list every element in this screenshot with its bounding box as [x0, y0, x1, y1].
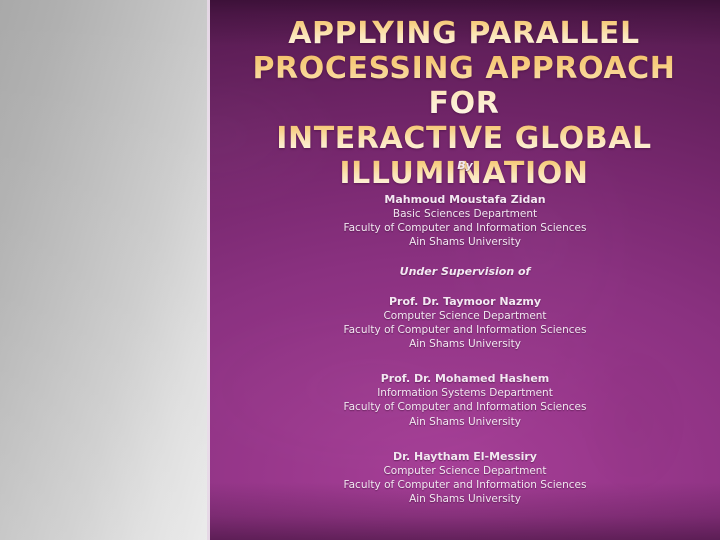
supervisor-university: Ain Shams University — [409, 493, 521, 506]
supervisor-name: Prof. Dr. Mohamed Hashem — [380, 372, 550, 386]
supervisor-university: Ain Shams University — [409, 415, 521, 428]
supervisor-university: Ain Shams University — [409, 338, 521, 351]
title-line-2: Processing Approach for — [224, 51, 704, 121]
left-decorative-panel — [0, 0, 207, 540]
supervisor-block: Dr. Haytham El-Messiry Computer Science … — [225, 449, 705, 507]
title-line-3: Interactive Global — [224, 121, 704, 156]
title-slide: Applying Parallel Processing Approach fo… — [0, 0, 720, 540]
supervisor-faculty: Faculty of Computer and Information Scie… — [343, 401, 587, 414]
author-name: Mahmoud Moustafa Zidan — [384, 193, 546, 206]
slide-body: By Mahmoud Moustafa Zidan Basic Sciences… — [225, 158, 705, 506]
author-department: Basic Sciences Department — [392, 208, 538, 220]
supervisor-faculty: Faculty of Computer and Information Scie… — [343, 479, 587, 492]
supervision-label: Under Supervision of — [399, 264, 531, 278]
supervisor-name: Prof. Dr. Taymoor Nazmy — [388, 294, 542, 308]
supervisor-department: Information Systems Department — [377, 387, 553, 400]
author-faculty: Faculty of Computer and Information Scie… — [343, 222, 587, 235]
author-university: Ain Shams University — [409, 236, 521, 249]
supervisor-block: Prof. Dr. Taymoor Nazmy Computer Science… — [225, 294, 705, 352]
supervisor-department: Computer Science Department — [383, 309, 547, 322]
by-label: By — [457, 159, 473, 172]
title-line-1: Applying Parallel — [224, 16, 704, 51]
supervisor-name: Dr. Haytham El-Messiry — [393, 449, 537, 463]
author-block: Mahmoud Moustafa Zidan Basic Sciences De… — [225, 192, 705, 250]
supervisor-block: Prof. Dr. Mohamed Hashem Information Sys… — [225, 371, 705, 429]
panel-divider — [207, 0, 210, 540]
supervisor-department: Computer Science Department — [383, 464, 547, 477]
left-panel-sheen — [0, 0, 207, 540]
supervisor-faculty: Faculty of Computer and Information Scie… — [343, 323, 587, 336]
